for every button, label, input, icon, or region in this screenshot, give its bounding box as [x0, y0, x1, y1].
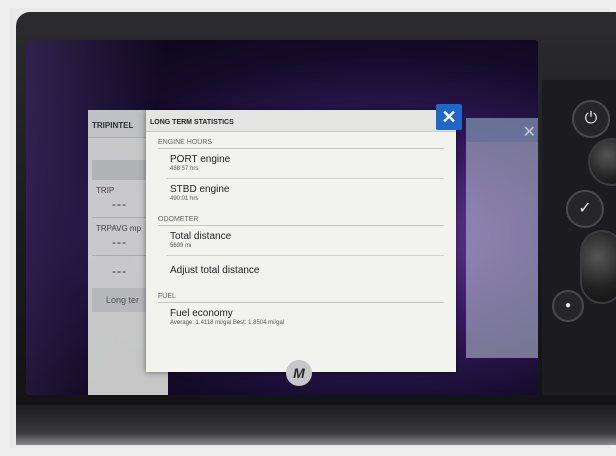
power-icon: ⏻ — [584, 110, 598, 127]
rotary-knob[interactable] — [588, 138, 616, 186]
display-screen: TRIPINTEL St TRIP --- TRPAVG mp --- --- … — [26, 40, 538, 395]
hardware-controls: ⏻ ✓ ● — [542, 80, 616, 395]
item-title: Fuel economy — [170, 308, 233, 319]
waypoint-button[interactable]: ● — [552, 290, 584, 322]
list-item-stbd-engine[interactable]: STBD engine 490:01 hrs — [146, 179, 456, 209]
dialog-title: LONG TERM STATISTICS — [146, 110, 456, 132]
item-subtitle: 488:57 hrs — [170, 166, 199, 172]
mercury-logo: M — [286, 360, 312, 386]
check-icon: ✓ — [578, 200, 592, 217]
item-title: PORT engine — [170, 154, 231, 165]
control-knob[interactable] — [580, 230, 616, 304]
close-button[interactable]: ✕ — [436, 104, 462, 130]
item-subtitle: Average: 1.4118 mi/gal Best: 1.8504 mi/g… — [170, 320, 285, 326]
item-subtitle: 490:01 hrs — [170, 196, 199, 202]
list-item-total-distance[interactable]: Total distance 5699 mi — [146, 226, 456, 256]
close-icon: ✕ — [522, 124, 536, 141]
section-label-engine-hours: ENGINE HOURS — [158, 139, 213, 146]
check-button[interactable]: ✓ — [566, 190, 604, 228]
list-item-port-engine[interactable]: PORT engine 488:57 hrs — [146, 149, 456, 179]
list-item-adjust-total-distance[interactable]: Adjust total distance — [146, 256, 456, 286]
item-subtitle: 5699 mi — [170, 243, 192, 249]
waypoint-icon: ● — [564, 300, 572, 311]
list-item-fuel-economy[interactable]: Fuel economy Average: 1.4118 mi/gal Best… — [146, 303, 456, 335]
item-title: Adjust total distance — [170, 265, 260, 276]
background-panel: ✕ — [466, 118, 538, 358]
long-term-statistics-dialog: LONG TERM STATISTICS ✕ ENGINE HOURS PORT… — [146, 104, 462, 372]
close-icon: ✕ — [441, 107, 457, 127]
section-label-fuel: FUEL — [158, 293, 176, 300]
power-button[interactable]: ⏻ — [572, 100, 610, 138]
item-title: STBD engine — [170, 184, 230, 195]
item-title: Total distance — [170, 231, 232, 242]
device-bottom-edge — [16, 405, 616, 445]
section-label-odometer: ODOMETER — [158, 216, 199, 223]
